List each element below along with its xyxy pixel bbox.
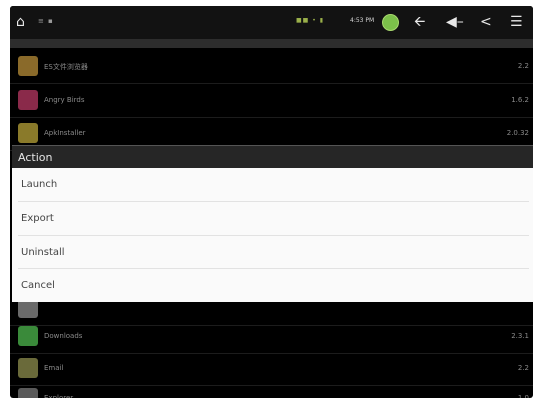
app-version: 1.6.2 — [511, 96, 529, 104]
dialog-title: Action — [18, 151, 53, 164]
export-option[interactable]: Export — [12, 202, 533, 235]
app-version: 2.2 — [517, 364, 529, 372]
clock: 4:53 PM — [350, 17, 375, 24]
app-version: 2.3.1 — [511, 332, 529, 340]
dialog-body: Launch Export Uninstall Cancel — [12, 168, 533, 302]
dialog-title-bar: Action — [12, 145, 533, 168]
home-icon[interactable]: ⌂ — [16, 14, 25, 30]
cancel-option[interactable]: Cancel — [12, 269, 533, 302]
status-icons: ■■ • ▮ — [296, 17, 324, 24]
app-list-item[interactable]: Explorer 1.0 — [10, 382, 533, 398]
share-icon[interactable]: < — [480, 14, 492, 30]
app-icon — [18, 90, 38, 110]
export-option-label: Export — [21, 213, 54, 224]
app-icon — [18, 123, 38, 143]
sub-header-bar — [10, 39, 533, 48]
device-screen: ⌂ ≡ ▪ ■■ • ▮ 4:53 PM 🡨 ◀– < ☰ ES文件浏览器 2.2… — [10, 6, 533, 398]
app-icon — [18, 358, 38, 378]
app-name: ApkInstaller — [44, 129, 86, 137]
app-version: 2.0.32 — [506, 129, 529, 137]
launch-option[interactable]: Launch — [12, 168, 533, 201]
back-arrow-icon[interactable]: 🡨 — [414, 14, 425, 30]
app-name: Email — [44, 364, 64, 372]
app-name: ES文件浏览器 — [44, 63, 88, 71]
app-icon — [18, 388, 38, 398]
launch-option-label: Launch — [21, 179, 58, 190]
notification-icon-2: ▪ — [48, 17, 53, 25]
app-list-item[interactable]: Downloads 2.3.1 — [10, 320, 533, 354]
status-bar: ⌂ ≡ ▪ ■■ • ▮ 4:53 PM 🡨 ◀– < ☰ — [10, 6, 533, 39]
app-icon — [18, 56, 38, 76]
app-name: Angry Birds — [44, 96, 85, 104]
app-name: Explorer — [44, 394, 74, 398]
android-icon[interactable] — [382, 14, 399, 31]
app-list-item[interactable]: ES文件浏览器 2.2 — [10, 50, 533, 84]
uninstall-option[interactable]: Uninstall — [12, 236, 533, 269]
app-name: Downloads — [44, 332, 83, 340]
notification-icon: ≡ — [38, 17, 44, 25]
app-version: 1.0 — [517, 394, 529, 398]
volume-down-icon[interactable]: ◀– — [446, 14, 464, 30]
cancel-option-label: Cancel — [21, 280, 55, 291]
app-icon — [18, 326, 38, 346]
menu-icon[interactable]: ☰ — [510, 14, 523, 30]
uninstall-option-label: Uninstall — [21, 247, 65, 258]
app-list-item[interactable]: Email 2.2 — [10, 352, 533, 386]
app-version: 2.2 — [517, 62, 529, 70]
app-list-item[interactable]: Angry Birds 1.6.2 — [10, 84, 533, 118]
action-dialog: Action Launch Export Uninstall Cancel — [12, 145, 533, 303]
